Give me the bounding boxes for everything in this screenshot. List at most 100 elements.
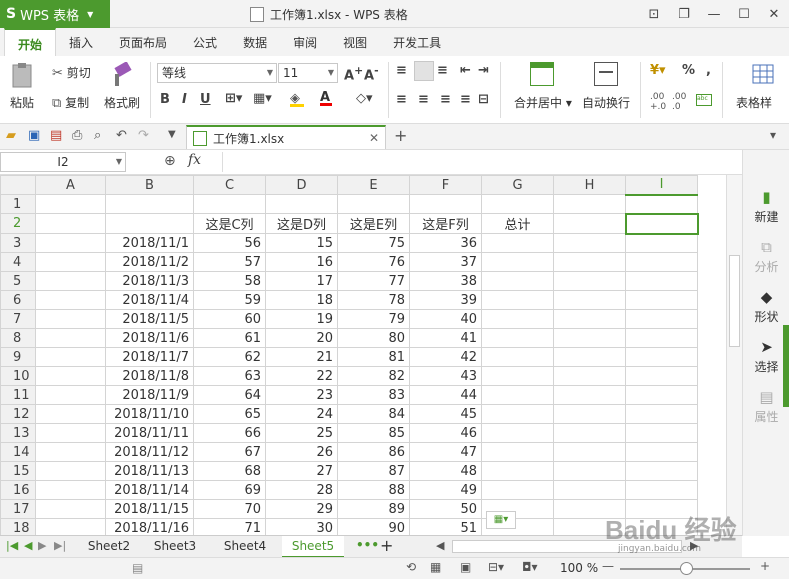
value-cell-e[interactable]: 84 [337,404,410,424]
cell[interactable] [265,194,338,214]
cell[interactable] [35,233,106,253]
value-cell-e[interactable]: 82 [337,366,410,386]
row-header[interactable]: 14 [0,442,36,462]
align-right-icon[interactable]: ≡ [440,92,451,107]
value-cell-c[interactable]: 58 [193,271,266,291]
value-cell-d[interactable]: 15 [265,233,338,253]
date-cell[interactable]: 2018/11/11 [105,423,194,443]
font-color-icon[interactable]: A [320,90,332,106]
cell[interactable] [481,366,554,386]
wrap-text-button[interactable]: 自动换行 [582,94,630,111]
value-cell-d[interactable]: 19 [265,309,338,329]
value-cell-e[interactable]: 77 [337,271,410,291]
bold-icon[interactable]: B [160,92,170,107]
row-header[interactable]: 8 [0,328,36,348]
cell[interactable] [35,328,106,348]
align-top-icon[interactable]: ≡ [396,63,407,78]
date-cell[interactable]: 2018/11/6 [105,328,194,348]
date-cell[interactable]: 2018/11/12 [105,442,194,462]
panel-analyze-button[interactable]: ⧉ 分析 [743,238,789,275]
cell[interactable] [625,271,698,291]
increase-font-icon[interactable]: A+ [344,64,363,83]
cell[interactable] [553,347,626,367]
paste-icon[interactable] [10,62,40,90]
value-cell-e[interactable]: 83 [337,385,410,405]
tab-page-layout[interactable]: 页面布局 [106,28,180,56]
cell[interactable] [35,213,106,234]
font-name-select[interactable]: 等线 ▼ [157,63,277,83]
value-cell-f[interactable]: 37 [409,252,482,272]
redo-icon[interactable]: ↷ [138,128,149,143]
date-cell[interactable]: 2018/11/2 [105,252,194,272]
cell[interactable] [625,194,698,214]
cell[interactable] [481,271,554,291]
align-center-icon[interactable]: ≡ [418,92,429,107]
percent-icon[interactable]: % [682,63,695,78]
date-cell[interactable]: 2018/11/9 [105,385,194,405]
value-cell-d[interactable]: 27 [265,461,338,481]
date-cell[interactable]: 2018/11/1 [105,233,194,253]
row-header[interactable]: 15 [0,461,36,481]
date-cell[interactable]: 2018/11/16 [105,518,194,535]
value-cell-c[interactable]: 60 [193,309,266,329]
copy-button[interactable]: ⧉ 复制 [52,94,89,111]
value-cell-c[interactable]: 68 [193,461,266,481]
formula-input[interactable] [222,152,738,172]
row-header[interactable]: 3 [0,233,36,253]
value-cell-c[interactable]: 59 [193,290,266,310]
tab-developer[interactable]: 开发工具 [380,28,454,56]
cell[interactable] [553,290,626,310]
align-middle-icon[interactable] [414,61,434,81]
column-header-c[interactable]: C [193,175,266,195]
row-header[interactable]: 9 [0,347,36,367]
cell[interactable] [625,404,698,424]
cell[interactable] [481,442,554,462]
cell[interactable] [553,385,626,405]
cell[interactable] [481,309,554,329]
decrease-font-icon[interactable]: A- [364,64,379,83]
cell[interactable] [481,290,554,310]
column-header-e[interactable]: E [337,175,410,195]
value-cell-e[interactable]: 75 [337,233,410,253]
tab-home[interactable]: 开始 [4,28,57,56]
cell[interactable] [553,271,626,291]
value-cell-c[interactable]: 63 [193,366,266,386]
row-header[interactable]: 11 [0,385,36,405]
date-cell[interactable]: 2018/11/10 [105,404,194,424]
tab-view[interactable]: 视图 [330,28,380,56]
cell[interactable] [35,309,106,329]
row-header[interactable]: 10 [0,366,36,386]
value-cell-d[interactable]: 25 [265,423,338,443]
value-cell-d[interactable]: 16 [265,252,338,272]
page-view-icon[interactable]: ▣ [460,560,471,574]
value-cell-e[interactable]: 86 [337,442,410,462]
first-sheet-icon[interactable]: |◀ [6,539,18,552]
value-cell-f[interactable]: 42 [409,347,482,367]
cell[interactable] [481,328,554,348]
format-painter-button[interactable]: 格式刷 [104,94,140,111]
cell[interactable] [35,461,106,481]
value-cell-d[interactable]: 23 [265,385,338,405]
column-header-d[interactable]: D [265,175,338,195]
value-cell-c[interactable]: 66 [193,423,266,443]
scrollbar-thumb[interactable] [729,255,740,347]
row-header[interactable]: 17 [0,499,36,519]
document-tab[interactable]: 工作簿1.xlsx ✕ [186,125,386,149]
value-cell-e[interactable]: 80 [337,328,410,348]
cell[interactable] [35,366,106,386]
value-cell-c[interactable]: 62 [193,347,266,367]
cell[interactable] [337,194,410,214]
value-cell-f[interactable]: 43 [409,366,482,386]
minimize-button[interactable]: — [699,0,729,28]
value-cell-e[interactable]: 90 [337,518,410,535]
row-header[interactable]: 12 [0,404,36,424]
distributed-icon[interactable]: ⊟ [478,92,489,107]
cell[interactable] [105,213,194,234]
cell[interactable] [625,480,698,500]
paste-options-icon[interactable]: ▦▾ [486,511,516,529]
spreadsheet-grid[interactable]: A B C D E F G H I 1 2 这是C列 这是D列 这是E列 这是F… [0,175,726,535]
cell[interactable] [553,404,626,424]
value-cell-c[interactable]: 61 [193,328,266,348]
close-button[interactable]: ✕ [759,0,789,28]
cell[interactable] [553,366,626,386]
